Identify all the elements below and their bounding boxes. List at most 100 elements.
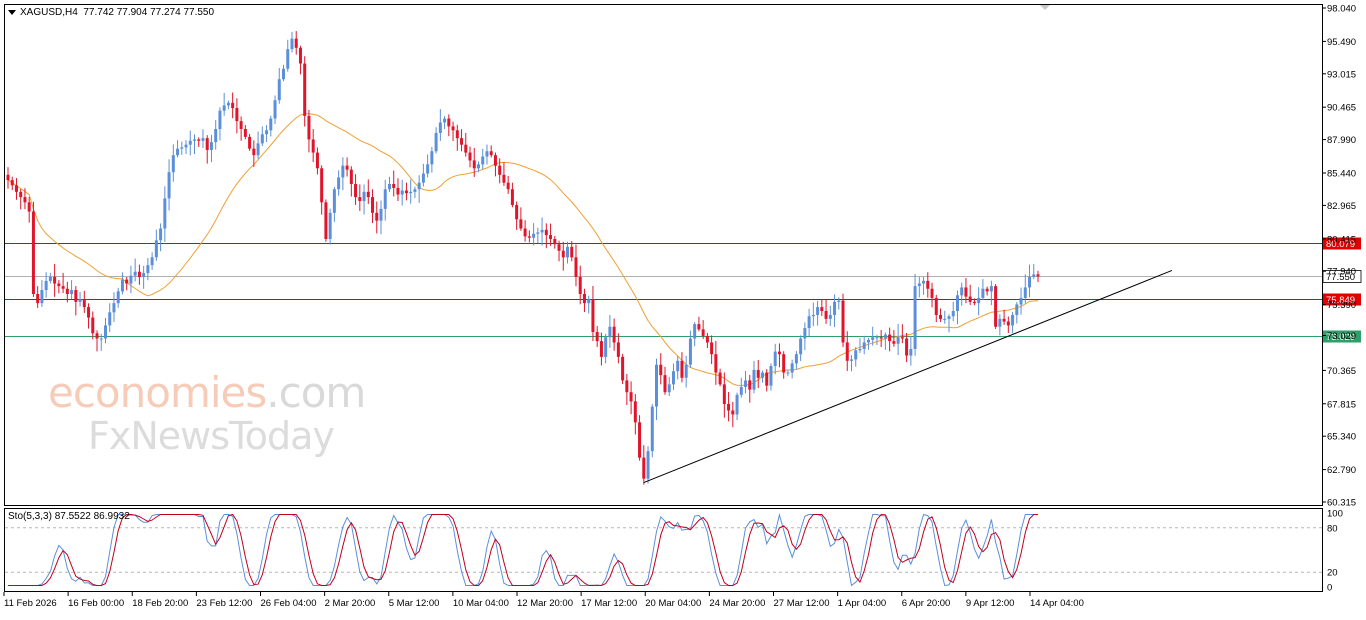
candle-bull (816, 307, 820, 315)
candle-bull (476, 164, 480, 169)
price-tick-label: 80.415 (1327, 234, 1356, 245)
candle-bear (61, 286, 65, 289)
candle-bull (536, 232, 540, 234)
candle-bull (650, 406, 654, 452)
candle-bear (888, 334, 892, 342)
time-tick-label: 10 Mar 04:00 (453, 598, 509, 609)
candle-bear (1006, 321, 1010, 326)
candle-bear (464, 144, 468, 153)
candle-bear (782, 354, 786, 373)
candle-bear (544, 229, 548, 236)
candle-bear (396, 187, 400, 195)
candle-bull (883, 334, 887, 339)
candle-bull (116, 291, 120, 304)
candle-bull (693, 324, 697, 339)
candle-bear (557, 244, 561, 251)
candle-bull (193, 139, 197, 141)
candle-bull (807, 316, 811, 329)
candle-bull (790, 363, 794, 373)
time-tick-label: 26 Feb 04:00 (261, 598, 317, 609)
candle-bear (841, 300, 845, 343)
candle-bear (879, 337, 883, 339)
candle-bull (171, 155, 175, 173)
candle-bull (760, 372, 764, 378)
candle-bear (930, 288, 934, 298)
candle-bear (574, 257, 578, 277)
candle-bull (871, 337, 875, 340)
candle-bull (1032, 274, 1036, 277)
candle-bear (972, 301, 976, 304)
candle-bull (282, 68, 286, 80)
candle-bear (680, 360, 684, 378)
candle-bear (320, 168, 324, 203)
candle-bear (404, 190, 408, 194)
candle-bear (239, 121, 243, 129)
candle-bull (129, 275, 133, 284)
candle-bear (82, 299, 86, 308)
candle-bull (862, 342, 866, 349)
candle-bear (31, 211, 35, 294)
candle-bull (688, 338, 692, 365)
candle-bear (235, 108, 239, 122)
time-tick-label: 9 Apr 12:00 (966, 598, 1015, 609)
candle-bear (506, 182, 510, 190)
candle-bull (222, 105, 226, 111)
candle-bear (493, 155, 497, 166)
candle-bull (40, 290, 44, 304)
candle-bear (231, 102, 235, 109)
candle-bear (205, 138, 209, 150)
time-tick-label: 27 Mar 12:00 (774, 598, 830, 609)
candle-bull (608, 326, 612, 338)
candle-bull (1015, 304, 1019, 315)
candle-bear (625, 380, 629, 393)
candle-bear (561, 250, 565, 258)
candle-bear (523, 228, 527, 237)
candle-bull (951, 311, 955, 317)
candle-bull (332, 189, 336, 213)
candle-bull (290, 38, 294, 50)
candle-bear (727, 403, 731, 411)
candle-bull (540, 229, 544, 233)
candle-bear (663, 375, 667, 393)
price-tick-label: 60.315 (1327, 498, 1356, 509)
candle-bull (387, 183, 391, 190)
stoch-level-label: 20 (1327, 568, 1338, 579)
candle-bear (57, 283, 61, 287)
watermark-economies: economies.com (48, 368, 366, 417)
candle-bear (968, 296, 972, 302)
candle-bear (578, 276, 582, 294)
candle-bear (455, 130, 459, 139)
candle-bull (943, 318, 947, 320)
candle-bear (65, 288, 69, 294)
watermark-economies-main: economies (48, 368, 267, 417)
candle-bear (371, 197, 375, 213)
candle-bull (977, 297, 981, 304)
candle-bear (472, 160, 476, 169)
candle-bear (705, 335, 709, 343)
candle-bear (447, 118, 451, 127)
candle-bear (252, 148, 256, 156)
candle-bull (532, 233, 536, 238)
candle-bear (311, 139, 315, 153)
candle-bull (265, 130, 269, 135)
candle-bear (392, 183, 396, 188)
collapse-triangle-icon[interactable] (8, 9, 16, 15)
candle-bear (765, 372, 769, 386)
candle-bull (188, 140, 192, 145)
stoch-level-label: 80 (1327, 523, 1338, 534)
candle-bull (917, 283, 921, 287)
candle-bull (960, 287, 964, 296)
price-tick-label: 87.990 (1327, 135, 1356, 146)
candle-bull (744, 380, 748, 387)
price-tick-label: 85.440 (1327, 168, 1356, 179)
candle-bull (260, 134, 264, 144)
candle-bear (599, 341, 603, 357)
price-tick-label: 77.940 (1327, 267, 1356, 278)
time-tick-label: 12 Mar 20:00 (517, 598, 573, 609)
candle-bull (341, 165, 345, 178)
candle-bull (337, 177, 341, 190)
candle-bear (354, 183, 358, 198)
candle-bear (612, 326, 616, 343)
time-tick-label: 2 Mar 20:00 (325, 598, 376, 609)
candle-bull (70, 290, 74, 294)
